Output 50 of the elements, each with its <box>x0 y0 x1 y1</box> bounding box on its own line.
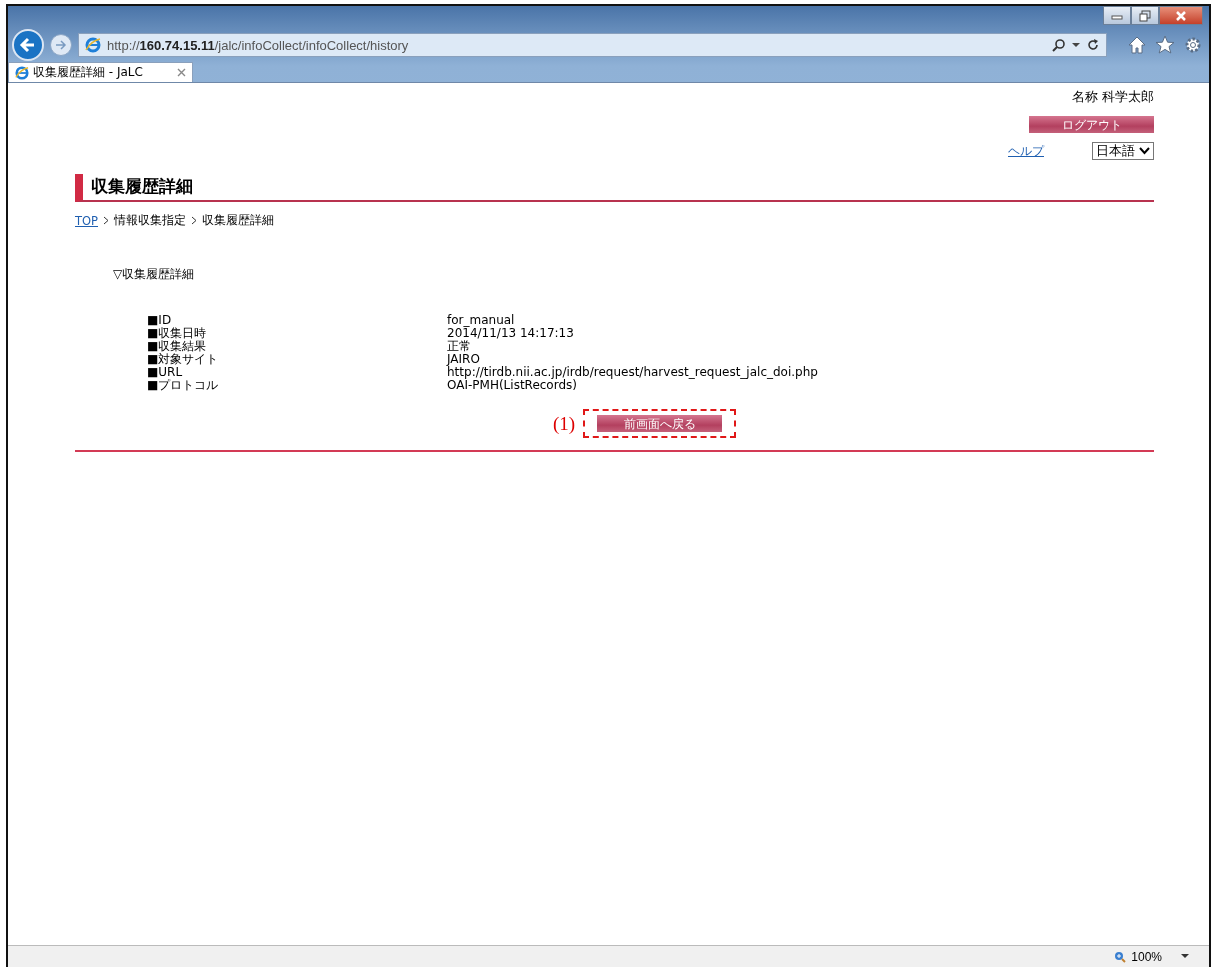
page-title: 収集履歴詳細 <box>75 174 1154 202</box>
dropdown-caret-icon[interactable] <box>1072 42 1080 48</box>
close-button[interactable] <box>1159 6 1203 25</box>
detail-value: 2014/11/13 14:17:13 <box>447 327 575 340</box>
url-text: http://160.74.15.11/jalc/infoCollect/infoCollect/history <box>107 37 409 53</box>
detail-value: for_manual <box>447 314 516 327</box>
detail-value: JAIRO <box>447 353 480 366</box>
detail-label: ■収集結果 <box>147 340 208 353</box>
tab-title: 収集履歴詳細 - JaLC <box>33 64 143 81</box>
logout-button[interactable]: ログアウト <box>1029 116 1154 133</box>
help-link[interactable]: ヘルプ <box>1008 142 1044 160</box>
callout-number: (1) <box>552 412 576 435</box>
close-tab-icon[interactable] <box>177 68 186 77</box>
detail-label: ■URL <box>147 366 184 379</box>
back-button[interactable]: 前画面へ戻る <box>597 415 723 432</box>
language-select[interactable]: 日本語 <box>1092 142 1154 160</box>
detail-label: ■プロトコル <box>147 379 220 392</box>
detail-value: http://tirdb.nii.ac.jp/irdb/request/harvest_request_jalc_doi.php <box>447 366 819 379</box>
breadcrumb-item: 情報収集指定 <box>114 213 186 228</box>
zoom-icon[interactable] <box>1114 950 1127 963</box>
detail-label: ■収集日時 <box>147 327 208 340</box>
detail-value: 正常 <box>447 340 472 353</box>
chevron-down-icon <box>1139 147 1150 155</box>
settings-icon[interactable] <box>1183 35 1203 55</box>
search-icon[interactable] <box>1052 38 1066 52</box>
back-button[interactable] <box>12 29 44 61</box>
address-bar[interactable]: http://160.74.15.11/jalc/infoCollect/infoCollect/history <box>78 33 1107 57</box>
detail-value: OAI-PMH(ListRecords) <box>447 379 577 392</box>
forward-button[interactable] <box>50 34 72 56</box>
zoom-level[interactable]: 100% <box>1131 949 1162 964</box>
minimize-button[interactable] <box>1103 6 1131 25</box>
chevron-right-icon <box>103 216 109 225</box>
close-icon <box>1175 10 1187 21</box>
arrow-right-icon <box>54 38 68 52</box>
browser-logo-icon <box>15 65 29 80</box>
user-name: 名称 科学太郎 <box>1072 89 1154 106</box>
refresh-icon[interactable] <box>1086 38 1100 52</box>
star-icon[interactable] <box>1155 35 1175 55</box>
breadcrumb-link[interactable]: TOP <box>75 213 98 228</box>
detail-label: ■対象サイト <box>147 353 220 366</box>
home-icon[interactable] <box>1127 35 1147 55</box>
browser-logo-icon <box>85 37 101 53</box>
restore-icon <box>1139 9 1151 22</box>
detail-label: ■ID <box>147 314 173 327</box>
breadcrumb-item: 収集履歴詳細 <box>202 213 274 228</box>
section-heading: ▽収集履歴詳細 <box>113 266 196 283</box>
browser-tab[interactable]: 収集履歴詳細 - JaLC <box>8 62 193 82</box>
dropdown-caret-icon[interactable] <box>1181 954 1189 959</box>
restore-button[interactable] <box>1131 6 1159 25</box>
chevron-right-icon <box>191 216 197 225</box>
